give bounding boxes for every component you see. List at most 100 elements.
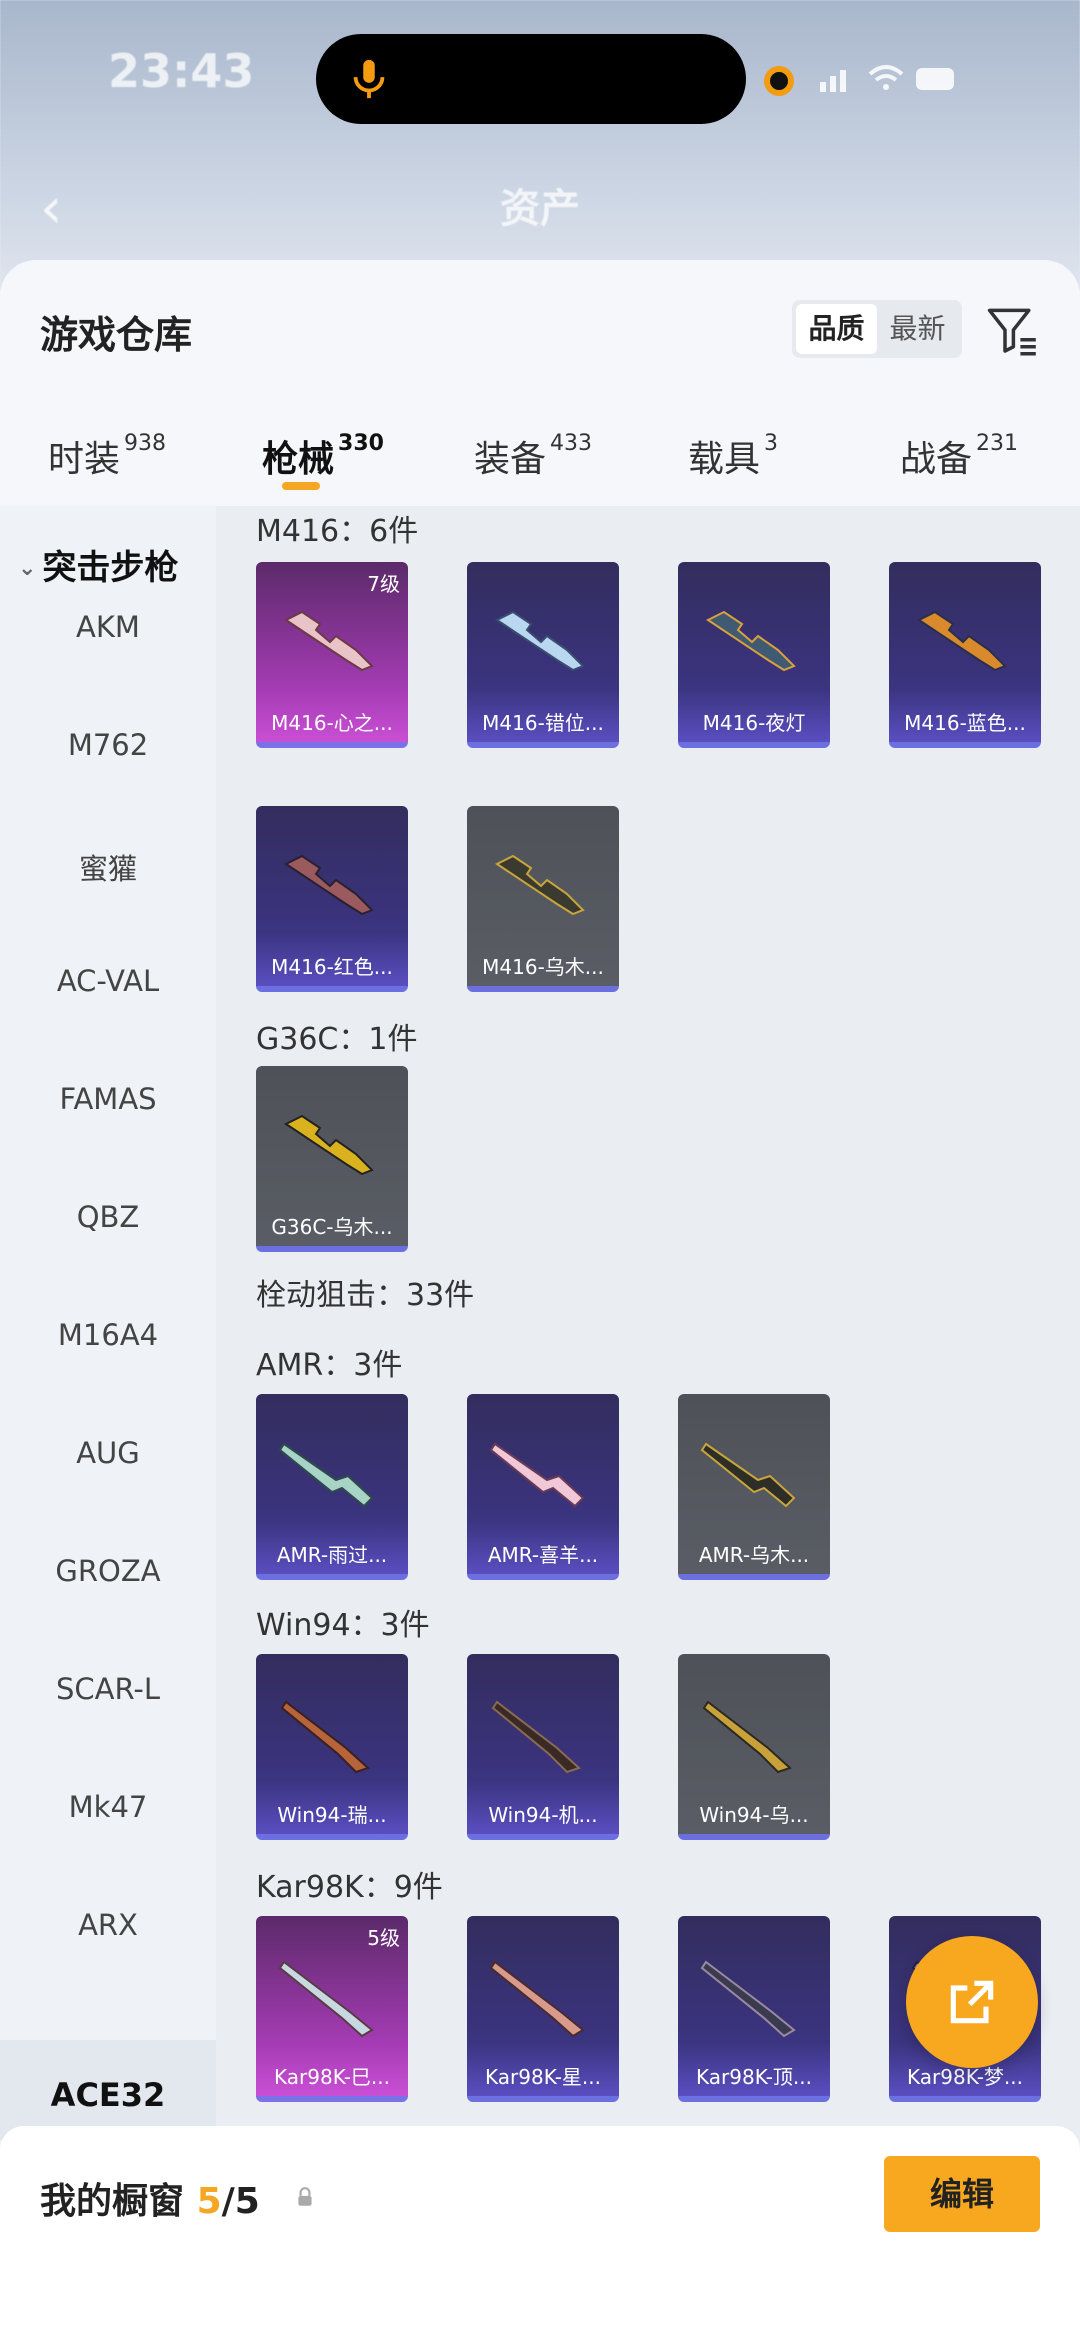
sidebar-item-mk47[interactable]: Mk47 bbox=[0, 1790, 216, 1824]
tab-label: 载具 bbox=[688, 439, 761, 480]
group-label-amr: AMR：3件 bbox=[256, 1348, 403, 1383]
wifi-icon bbox=[820, 65, 954, 92]
page-title: 游戏仓库 bbox=[40, 313, 193, 357]
status-time: 23:43 bbox=[108, 44, 255, 98]
tab-label: 战备 bbox=[900, 439, 973, 480]
item-name: AMR-喜羊... bbox=[487, 1543, 599, 1567]
item-card[interactable]: AMR-乌木... bbox=[678, 1394, 830, 1580]
rifle-icon bbox=[284, 1114, 374, 1176]
item-card[interactable]: M416-错位... bbox=[467, 562, 619, 748]
rifle-bolt-icon bbox=[489, 1960, 585, 2038]
sidebar-item-honey-badger[interactable]: 蜜獾 bbox=[0, 846, 216, 888]
item-name: Kar98K-顶... bbox=[696, 2065, 812, 2089]
showcase-title: 我的橱窗 bbox=[40, 2181, 185, 2222]
rifle-icon bbox=[917, 610, 1007, 672]
rifle-bolt-icon bbox=[700, 1960, 796, 2038]
microphone-icon bbox=[353, 59, 385, 99]
item-card[interactable]: 7级 M416-心之... bbox=[256, 562, 408, 748]
item-card[interactable]: Win94-瑞... bbox=[256, 1654, 408, 1840]
item-card[interactable]: M416-蓝色... bbox=[889, 562, 1041, 748]
item-name: AMR-雨过... bbox=[276, 1543, 388, 1567]
item-card[interactable]: 5级 Kar98K-巳... bbox=[256, 1916, 408, 2102]
sidebar-item-groza[interactable]: GROZA bbox=[0, 1554, 216, 1588]
active-tab-indicator bbox=[282, 482, 320, 490]
rifle-icon bbox=[284, 610, 374, 672]
sniper-icon bbox=[489, 1442, 585, 1508]
tab-count: 938 bbox=[124, 431, 167, 456]
item-card[interactable]: Kar98K-顶... bbox=[678, 1916, 830, 2102]
sidebar-item-arx[interactable]: ARX bbox=[0, 1908, 216, 1942]
item-card[interactable]: M416-乌木... bbox=[467, 806, 619, 992]
item-card[interactable]: G36C-乌木... bbox=[256, 1066, 408, 1252]
item-name: AMR-乌木... bbox=[698, 1543, 810, 1567]
showcase-label: 我的橱窗 5/5 bbox=[40, 2172, 260, 2224]
background-title: 资产 bbox=[500, 186, 580, 232]
sidebar-item-akm[interactable]: AKM bbox=[0, 610, 216, 644]
sort-newest-button[interactable]: 最新 bbox=[877, 304, 958, 354]
item-card[interactable]: Win94-乌... bbox=[678, 1654, 830, 1840]
sidebar-category-label: 突击步枪 bbox=[42, 548, 179, 588]
sniper-icon bbox=[278, 1442, 374, 1508]
item-name: M416-心之... bbox=[271, 711, 393, 735]
sidebar-category-assault-rifle[interactable]: ⌄ 突击步枪 bbox=[18, 540, 178, 589]
sidebar-item-m16a4[interactable]: M16A4 bbox=[0, 1318, 216, 1352]
item-name: Kar98K-巳... bbox=[274, 2065, 390, 2089]
item-card[interactable]: Win94-机... bbox=[467, 1654, 619, 1840]
edit-button[interactable]: 编辑 bbox=[884, 2156, 1040, 2232]
tab-count: 3 bbox=[764, 431, 779, 456]
sidebar-item-ace32[interactable]: ACE32 bbox=[0, 2076, 216, 2114]
sidebar-item-ac-val[interactable]: AC-VAL bbox=[0, 964, 216, 998]
showcase-bar: 我的橱窗 5/5 编辑 bbox=[0, 2126, 1080, 2346]
item-card[interactable]: M416-红色... bbox=[256, 806, 408, 992]
rifle-lever-icon bbox=[280, 1700, 370, 1774]
item-name: M416-蓝色... bbox=[904, 711, 1026, 735]
rifle-icon bbox=[284, 854, 374, 916]
group-label-win94: Win94：3件 bbox=[256, 1608, 430, 1643]
sort-toggle[interactable]: 品质 最新 bbox=[792, 300, 962, 358]
item-name: M416-夜灯 bbox=[702, 711, 806, 735]
sidebar-item-aug[interactable]: AUG bbox=[0, 1436, 216, 1470]
camera-indicator-icon bbox=[764, 66, 794, 96]
tab-combat-gear[interactable]: 战备 231 bbox=[900, 430, 1018, 482]
sort-quality-button[interactable]: 品质 bbox=[796, 304, 877, 354]
category-tabs: 时装 938 枪械 330 装备 433 载具 3 战备 231 bbox=[0, 410, 1080, 506]
sidebar-item-m762[interactable]: M762 bbox=[0, 728, 216, 762]
tab-count: 231 bbox=[976, 431, 1019, 456]
tab-label: 时装 bbox=[48, 439, 121, 480]
tab-vehicles[interactable]: 载具 3 bbox=[688, 430, 778, 482]
rifle-bolt-icon bbox=[278, 1960, 374, 2038]
group-label-kar98k: Kar98K：9件 bbox=[256, 1870, 443, 1905]
share-icon bbox=[950, 1980, 994, 2024]
sidebar-item-famas[interactable]: FAMAS bbox=[0, 1082, 216, 1116]
lock-icon bbox=[298, 2187, 312, 2206]
rifle-icon bbox=[495, 854, 585, 916]
rifle-lever-icon bbox=[702, 1700, 792, 1774]
sidebar-item-qbz[interactable]: QBZ bbox=[0, 1200, 216, 1234]
back-icon[interactable]: ‹ bbox=[40, 176, 62, 241]
tab-count: 433 bbox=[550, 431, 593, 456]
item-name: Win94-乌... bbox=[699, 1803, 809, 1827]
rifle-icon bbox=[706, 610, 796, 672]
filter-icon[interactable] bbox=[984, 302, 1040, 358]
item-name: M416-乌木... bbox=[482, 955, 604, 979]
tab-fashion[interactable]: 时装 938 bbox=[48, 430, 166, 482]
status-icons bbox=[820, 60, 960, 109]
sidebar-item-scar-l[interactable]: SCAR-L bbox=[0, 1672, 216, 1706]
item-name: G36C-乌木... bbox=[271, 1215, 393, 1239]
item-name: Win94-瑞... bbox=[277, 1803, 387, 1827]
item-card[interactable]: M416-夜灯 bbox=[678, 562, 830, 748]
tab-label: 枪械 bbox=[262, 439, 335, 480]
tab-count: 330 bbox=[338, 431, 384, 456]
showcase-current-count: 5 bbox=[196, 2181, 222, 2222]
tab-label: 装备 bbox=[474, 439, 547, 480]
weapon-sidebar: ⌄ 突击步枪 AKM M762 蜜獾 AC-VAL FAMAS QBZ M16A4… bbox=[0, 506, 216, 2286]
item-card[interactable]: Kar98K-星... bbox=[467, 1916, 619, 2102]
item-card[interactable]: AMR-喜羊... bbox=[467, 1394, 619, 1580]
tab-guns[interactable]: 枪械 330 bbox=[262, 430, 384, 482]
share-button[interactable] bbox=[906, 1936, 1038, 2068]
dynamic-island bbox=[316, 34, 746, 124]
item-name: Win94-机... bbox=[488, 1803, 598, 1827]
tab-equipment[interactable]: 装备 433 bbox=[474, 430, 592, 482]
showcase-total-count: /5 bbox=[221, 2181, 260, 2222]
item-card[interactable]: AMR-雨过... bbox=[256, 1394, 408, 1580]
